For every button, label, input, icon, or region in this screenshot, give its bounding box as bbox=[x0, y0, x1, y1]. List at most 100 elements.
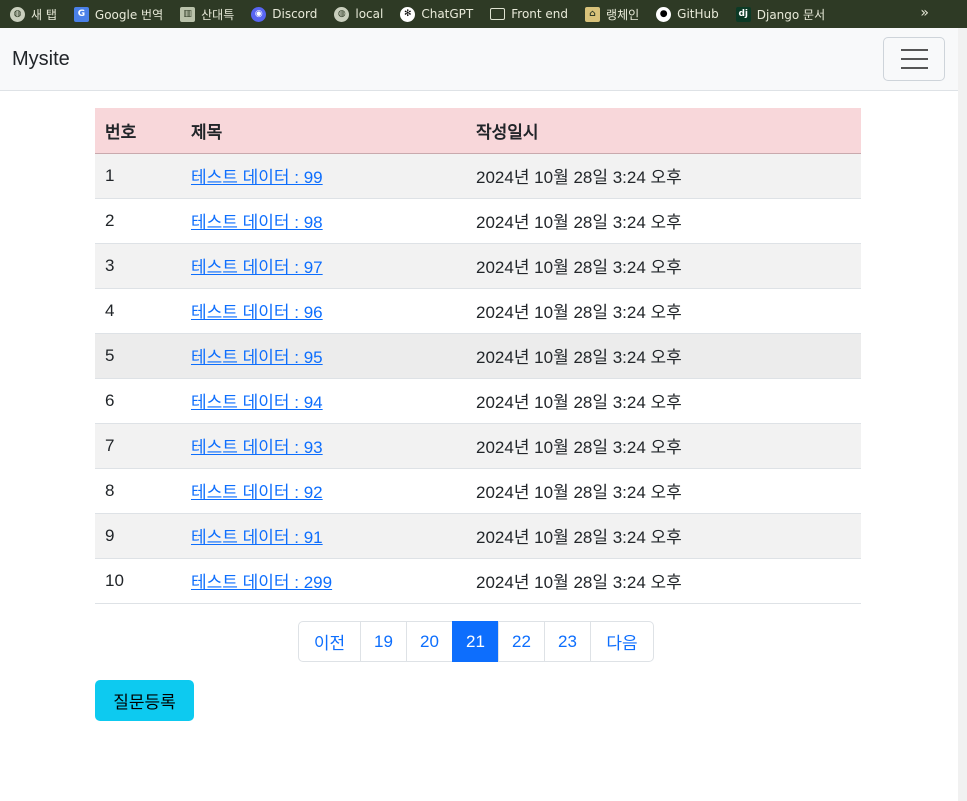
table-row: 6 테스트 데이터 : 94 2024년 10월 28일 3:24 오후 bbox=[95, 378, 861, 424]
question-title-link[interactable]: 테스트 데이터 : 94 bbox=[191, 393, 323, 412]
navbar-toggler-button[interactable] bbox=[883, 37, 945, 81]
page-next-button[interactable]: 다음 bbox=[590, 621, 654, 662]
bookmark-local[interactable]: ◍ local bbox=[334, 6, 384, 22]
table-row: 7 테스트 데이터 : 93 2024년 10월 28일 3:24 오후 bbox=[95, 423, 861, 469]
bookmark-label: 랭체인 bbox=[606, 7, 640, 22]
table-header-row: 번호 제목 작성일시 bbox=[95, 108, 861, 154]
row-number: 10 bbox=[95, 558, 181, 604]
row-title-cell: 테스트 데이터 : 96 bbox=[181, 288, 466, 334]
row-title-cell: 테스트 데이터 : 299 bbox=[181, 558, 466, 604]
page-button-active[interactable]: 21 bbox=[452, 621, 499, 662]
page-button[interactable]: 22 bbox=[498, 621, 545, 662]
row-title-cell: 테스트 데이터 : 93 bbox=[181, 423, 466, 469]
question-title-link[interactable]: 테스트 데이터 : 299 bbox=[191, 573, 332, 592]
row-number: 6 bbox=[95, 378, 181, 424]
row-date: 2024년 10월 28일 3:24 오후 bbox=[466, 558, 861, 604]
row-title-cell: 테스트 데이터 : 97 bbox=[181, 243, 466, 289]
question-title-link[interactable]: 테스트 데이터 : 96 bbox=[191, 303, 323, 322]
table-body: 1 테스트 데이터 : 99 2024년 10월 28일 3:24 오후 2 테스트 데… bbox=[95, 153, 861, 604]
hamburger-icon bbox=[900, 49, 928, 51]
bookmark-label: 산대특 bbox=[201, 7, 235, 22]
question-title-link[interactable]: 테스트 데이터 : 95 bbox=[191, 348, 323, 367]
row-date: 2024년 10월 28일 3:24 오후 bbox=[466, 333, 861, 379]
question-title-link[interactable]: 테스트 데이터 : 92 bbox=[191, 483, 323, 502]
table-row: 1 테스트 데이터 : 99 2024년 10월 28일 3:24 오후 bbox=[95, 153, 861, 199]
bookmark-label: Discord bbox=[272, 7, 318, 21]
row-date: 2024년 10월 28일 3:24 오후 bbox=[466, 243, 861, 289]
github-icon: ● bbox=[656, 6, 672, 22]
table-row: 5 테스트 데이터 : 95 2024년 10월 28일 3:24 오후 bbox=[95, 333, 861, 379]
page-scrollbar[interactable] bbox=[958, 28, 967, 801]
page-prev-button[interactable]: 이전 bbox=[298, 621, 361, 662]
django-icon: dj bbox=[735, 6, 751, 22]
row-number: 2 bbox=[95, 198, 181, 244]
question-table: 번호 제목 작성일시 1 테스트 데이터 : 99 2024년 10월 28일 3:… bbox=[95, 108, 861, 604]
navbar: Mysite bbox=[0, 28, 958, 91]
bookmark-label: Django 문서 bbox=[756, 7, 826, 22]
question-title-link[interactable]: 테스트 데이터 : 97 bbox=[191, 258, 323, 277]
bookmarks-overflow-icon[interactable]: » bbox=[920, 5, 929, 21]
question-title-link[interactable]: 테스트 데이터 : 98 bbox=[191, 213, 323, 232]
bookmark-google-translate[interactable]: G Google 번역 bbox=[73, 6, 164, 23]
bookmark-langchain[interactable]: ⌂ 랭체인 bbox=[585, 6, 639, 23]
table-row: 10 테스트 데이터 : 299 2024년 10월 28일 3:24 오후 bbox=[95, 558, 861, 604]
question-title-link[interactable]: 테스트 데이터 : 99 bbox=[191, 168, 323, 187]
sheet-icon: ▥ bbox=[180, 6, 196, 22]
bookmark-github[interactable]: ● GitHub bbox=[656, 6, 719, 22]
discord-icon: ◉ bbox=[251, 6, 267, 22]
header-number: 번호 bbox=[95, 108, 181, 154]
bookmark-label: Google 번역 bbox=[94, 7, 164, 22]
header-date: 작성일시 bbox=[466, 108, 861, 154]
navbar-brand[interactable]: Mysite bbox=[12, 48, 70, 71]
row-date: 2024년 10월 28일 3:24 오후 bbox=[466, 423, 861, 469]
bookmark-label: ChatGPT bbox=[421, 7, 474, 21]
pagination: 이전 19 20 21 22 23 다음 bbox=[298, 621, 654, 662]
row-title-cell: 테스트 데이터 : 95 bbox=[181, 333, 466, 379]
page-button[interactable]: 20 bbox=[406, 621, 453, 662]
table-row: 2 테스트 데이터 : 98 2024년 10월 28일 3:24 오후 bbox=[95, 198, 861, 244]
question-title-link[interactable]: 테스트 데이터 : 91 bbox=[191, 528, 323, 547]
bookmark-django-docs[interactable]: dj Django 문서 bbox=[735, 6, 826, 23]
bookmark-sandaetuk[interactable]: ▥ 산대특 bbox=[180, 6, 234, 23]
bookmark-new-tab[interactable]: ◍ 새 탭 bbox=[10, 6, 57, 23]
chatgpt-icon: ✻ bbox=[400, 6, 416, 22]
table-row: 3 테스트 데이터 : 97 2024년 10월 28일 3:24 오후 bbox=[95, 243, 861, 289]
bookmark-front-end[interactable]: Front end bbox=[490, 7, 568, 21]
row-number: 7 bbox=[95, 423, 181, 469]
row-number: 1 bbox=[95, 153, 181, 199]
row-date: 2024년 10월 28일 3:24 오후 bbox=[466, 288, 861, 334]
bookmarks-bar: ◍ 새 탭 G Google 번역 ▥ 산대특 ◉ Discord ◍ local ✻ Ch… bbox=[0, 0, 967, 28]
ask-question-button[interactable]: 질문등록 bbox=[95, 680, 194, 721]
bookmark-label: GitHub bbox=[677, 7, 719, 21]
page-button[interactable]: 23 bbox=[544, 621, 591, 662]
bookmark-label: local bbox=[355, 7, 384, 21]
bookmark-label: 새 탭 bbox=[31, 7, 57, 22]
row-title-cell: 테스트 데이터 : 94 bbox=[181, 378, 466, 424]
google-translate-icon: G bbox=[73, 6, 89, 22]
row-number: 9 bbox=[95, 513, 181, 559]
row-date: 2024년 10월 28일 3:24 오후 bbox=[466, 468, 861, 514]
bookmark-chatgpt[interactable]: ✻ ChatGPT bbox=[400, 6, 474, 22]
page-button[interactable]: 19 bbox=[360, 621, 407, 662]
table-row: 8 테스트 데이터 : 92 2024년 10월 28일 3:24 오후 bbox=[95, 468, 861, 514]
bookmark-label: Front end bbox=[511, 7, 569, 21]
row-number: 3 bbox=[95, 243, 181, 289]
globe-icon: ◍ bbox=[10, 6, 25, 22]
folder-icon bbox=[490, 8, 506, 20]
row-date: 2024년 10월 28일 3:24 오후 bbox=[466, 378, 861, 424]
row-title-cell: 테스트 데이터 : 92 bbox=[181, 468, 466, 514]
row-number: 4 bbox=[95, 288, 181, 334]
globe-icon: ◍ bbox=[334, 6, 350, 22]
bookmark-discord[interactable]: ◉ Discord bbox=[251, 6, 318, 22]
table-row: 9 테스트 데이터 : 91 2024년 10월 28일 3:24 오후 bbox=[95, 513, 861, 559]
row-title-cell: 테스트 데이터 : 99 bbox=[181, 153, 466, 199]
row-date: 2024년 10월 28일 3:24 오후 bbox=[466, 198, 861, 244]
row-number: 8 bbox=[95, 468, 181, 514]
header-title: 제목 bbox=[181, 108, 466, 154]
row-title-cell: 테스트 데이터 : 98 bbox=[181, 198, 466, 244]
question-title-link[interactable]: 테스트 데이터 : 93 bbox=[191, 438, 323, 457]
row-title-cell: 테스트 데이터 : 91 bbox=[181, 513, 466, 559]
hamburger-icon bbox=[900, 67, 928, 69]
house-icon: ⌂ bbox=[585, 6, 601, 22]
table-row: 4 테스트 데이터 : 96 2024년 10월 28일 3:24 오후 bbox=[95, 288, 861, 334]
